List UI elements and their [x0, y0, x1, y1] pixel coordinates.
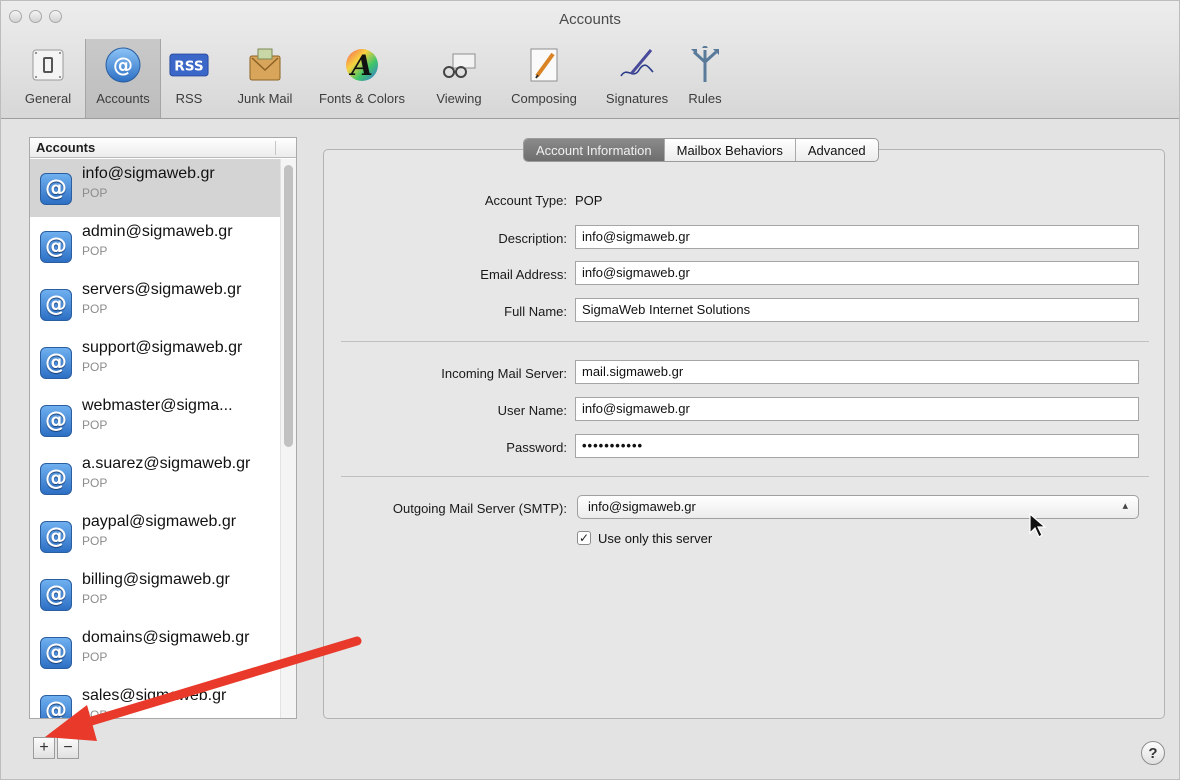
- account-at-icon: @: [40, 695, 72, 718]
- account-row[interactable]: @ billing@sigmaweb.gr POP: [30, 565, 282, 623]
- signatures-icon: [617, 45, 657, 85]
- full-name-label: Full Name:: [504, 304, 567, 319]
- account-row[interactable]: @ domains@sigmaweb.gr POP: [30, 623, 282, 681]
- junk-mail-icon: [245, 45, 285, 85]
- smtp-server-label: Outgoing Mail Server (SMTP):: [392, 501, 567, 516]
- account-row[interactable]: @ support@sigmaweb.gr POP: [30, 333, 282, 391]
- account-row[interactable]: @ paypal@sigmaweb.gr POP: [30, 507, 282, 565]
- svg-text:RSS: RSS: [174, 58, 204, 74]
- rss-icon: RSS: [169, 45, 209, 85]
- chevron-up-down-icon: ▴: [1122, 500, 1128, 512]
- rules-icon: [685, 45, 725, 85]
- preferences-window: Accounts General @ Accounts RSS RSS Junk…: [0, 0, 1180, 780]
- scroll-thumb[interactable]: [284, 165, 293, 447]
- account-type-label: Account Type:: [484, 193, 567, 208]
- account-at-icon: @: [40, 231, 72, 263]
- account-row[interactable]: @ sales@sigmaweb.gr POP: [30, 681, 282, 718]
- toolbar-rules[interactable]: Rules: [685, 45, 725, 113]
- smtp-server-select[interactable]: info@sigmaweb.gr ▴: [577, 495, 1139, 519]
- user-name-field[interactable]: info@sigmaweb.gr: [575, 397, 1139, 421]
- tab-advanced[interactable]: Advanced: [796, 139, 878, 161]
- tab-account-information[interactable]: Account Information: [524, 139, 665, 161]
- email-address-field[interactable]: info@sigmaweb.gr: [575, 261, 1139, 285]
- help-button[interactable]: ?: [1141, 741, 1165, 765]
- use-only-server-checkbox[interactable]: ✓: [577, 531, 591, 545]
- titlebar: Accounts General @ Accounts RSS RSS Junk…: [1, 1, 1179, 119]
- composing-icon: [524, 45, 564, 85]
- column-separator: [275, 141, 276, 155]
- mouse-pointer-icon: [1029, 512, 1047, 542]
- user-name-label: User Name:: [497, 403, 567, 418]
- general-icon: [28, 45, 68, 85]
- remove-account-button[interactable]: −: [57, 737, 79, 759]
- account-at-icon: @: [40, 521, 72, 553]
- tab-mailbox-behaviors[interactable]: Mailbox Behaviors: [665, 139, 796, 161]
- account-type-value: POP: [575, 193, 603, 208]
- svg-text:A: A: [348, 49, 373, 82]
- accounts-list: Accounts @ info@sigmaweb.gr POP @ admin@…: [29, 137, 297, 719]
- account-row[interactable]: @ webmaster@sigma... POP: [30, 391, 282, 449]
- window-title: Accounts: [559, 11, 621, 28]
- account-at-icon: @: [40, 405, 72, 437]
- toolbar-rss[interactable]: RSS RSS: [167, 45, 211, 113]
- account-row[interactable]: @ admin@sigmaweb.gr POP: [30, 217, 282, 275]
- section-divider: [341, 476, 1149, 477]
- description-field[interactable]: info@sigmaweb.gr: [575, 225, 1139, 249]
- description-label: Description:: [498, 231, 567, 246]
- password-field[interactable]: •••••••••••: [575, 434, 1139, 458]
- fonts-colors-icon: A: [342, 45, 382, 85]
- password-label: Password:: [506, 440, 567, 455]
- add-account-button[interactable]: +: [33, 737, 55, 759]
- use-only-server-label: Use only this server: [598, 531, 713, 546]
- account-at-icon: @: [40, 173, 72, 205]
- incoming-server-field[interactable]: mail.sigmaweb.gr: [575, 360, 1139, 384]
- account-row[interactable]: @ a.suarez@sigmaweb.gr POP: [30, 449, 282, 507]
- account-at-icon: @: [40, 579, 72, 611]
- full-name-field[interactable]: SigmaWeb Internet Solutions: [575, 298, 1139, 322]
- accounts-rows: @ info@sigmaweb.gr POP @ admin@sigmaweb.…: [30, 159, 282, 718]
- account-row[interactable]: @ servers@sigmaweb.gr POP: [30, 275, 282, 333]
- viewing-icon: [439, 45, 479, 85]
- toolbar-signatures[interactable]: Signatures: [597, 45, 677, 113]
- account-at-icon: @: [40, 289, 72, 321]
- account-at-icon: @: [40, 347, 72, 379]
- accounts-list-header: Accounts: [30, 138, 296, 158]
- accounts-scrollbar[interactable]: [280, 159, 296, 718]
- accounts-at-icon: @: [103, 45, 143, 85]
- account-row[interactable]: @ info@sigmaweb.gr POP: [30, 159, 282, 217]
- account-at-icon: @: [40, 637, 72, 669]
- toolbar-composing[interactable]: Composing: [501, 45, 587, 113]
- toolbar-viewing[interactable]: Viewing: [427, 45, 491, 113]
- toolbar-general[interactable]: General: [19, 45, 77, 113]
- svg-text:@: @: [113, 53, 133, 77]
- section-divider: [341, 341, 1149, 342]
- incoming-server-label: Incoming Mail Server:: [441, 366, 567, 381]
- toolbar-accounts[interactable]: @ Accounts: [85, 39, 161, 118]
- toolbar-fonts-colors[interactable]: A Fonts & Colors: [309, 45, 415, 113]
- account-at-icon: @: [40, 463, 72, 495]
- toolbar-junk-mail[interactable]: Junk Mail: [227, 45, 303, 113]
- account-tabs: Account Information Mailbox Behaviors Ad…: [523, 138, 879, 162]
- email-address-label: Email Address:: [480, 267, 567, 282]
